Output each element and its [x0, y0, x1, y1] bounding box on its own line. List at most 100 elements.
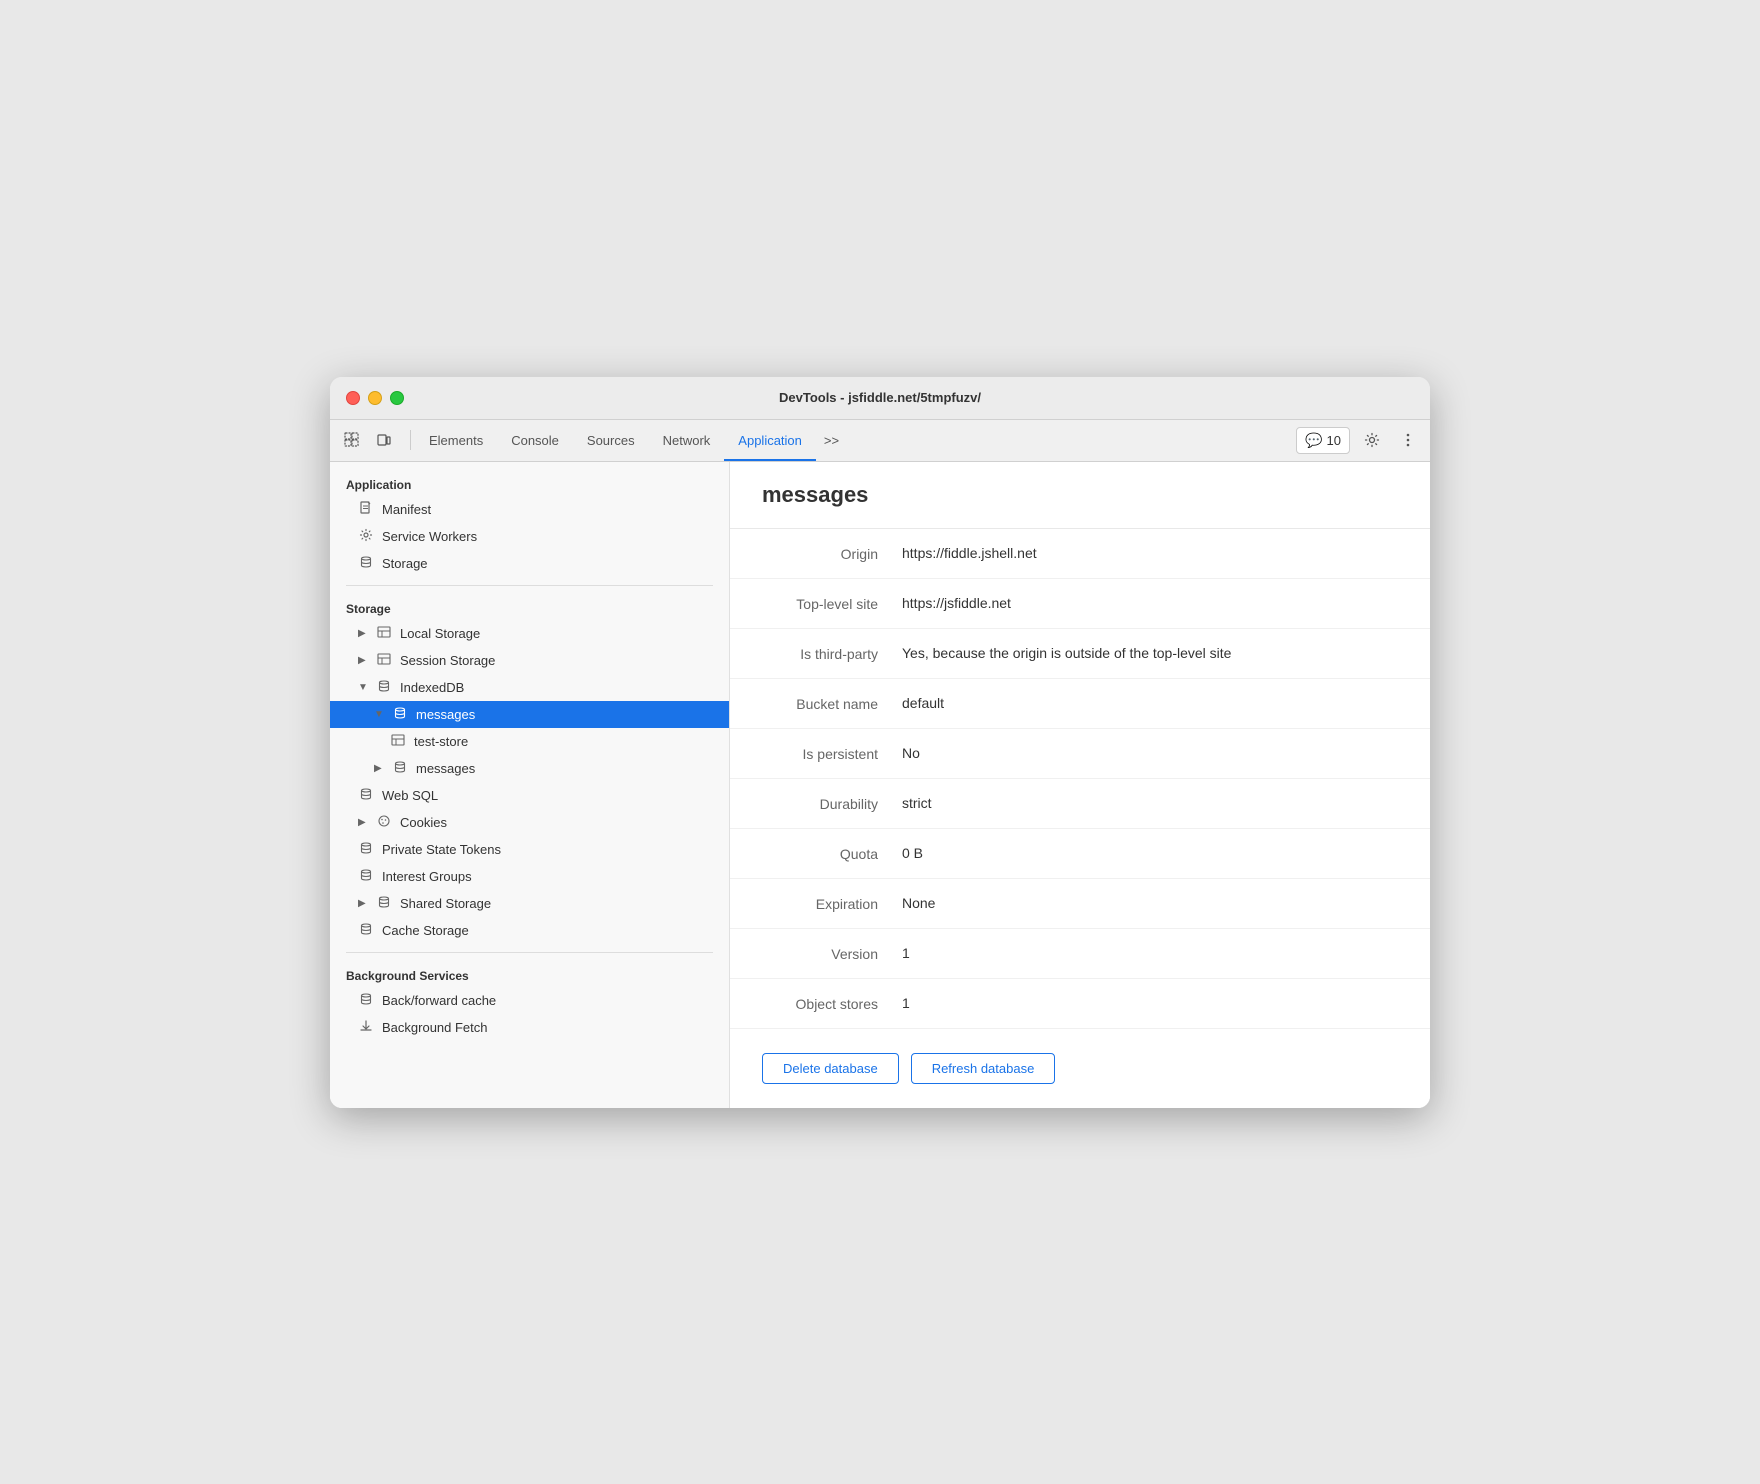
chat-icon: 💬 [1305, 432, 1322, 449]
cookie-icon [376, 814, 392, 831]
session-storage-label: Session Storage [400, 653, 495, 668]
messages-badge[interactable]: 💬 10 [1296, 427, 1350, 454]
maximize-button[interactable] [390, 391, 404, 405]
indexeddb-arrow: ▼ [358, 682, 368, 693]
private-state-tokens-label: Private State Tokens [382, 842, 501, 857]
detail-row-is-third-party: Is third-party Yes, because the origin i… [730, 629, 1430, 679]
tab-separator [410, 430, 411, 450]
storage-db-icon [358, 555, 374, 572]
detail-row-durability: Durability strict [730, 779, 1430, 829]
cache-storage-label: Cache Storage [382, 923, 469, 938]
sidebar-divider-1 [346, 585, 713, 586]
cache-storage-icon [358, 922, 374, 939]
tab-elements[interactable]: Elements [415, 419, 497, 461]
quota-label: Quota [762, 845, 902, 862]
sidebar-item-interest-groups[interactable]: Interest Groups [330, 863, 729, 890]
messages-collapsed-icon [392, 760, 408, 777]
delete-database-button[interactable]: Delete database [762, 1053, 899, 1084]
top-level-site-label: Top-level site [762, 595, 902, 612]
detail-row-bucket-name: Bucket name default [730, 679, 1430, 729]
kebab-menu-button[interactable] [1394, 426, 1422, 454]
tabbar: Elements Console Sources Network Applica… [330, 420, 1430, 462]
is-persistent-value: No [902, 745, 1398, 761]
detail-panel: messages Origin https://fiddle.jshell.ne… [730, 462, 1430, 1108]
sidebar-divider-2 [346, 952, 713, 953]
detail-row-quota: Quota 0 B [730, 829, 1430, 879]
session-storage-arrow: ▶ [358, 655, 368, 666]
device-icon[interactable] [370, 426, 398, 454]
session-storage-icon [376, 652, 392, 669]
bucket-name-label: Bucket name [762, 695, 902, 712]
sidebar-item-private-state-tokens[interactable]: Private State Tokens [330, 836, 729, 863]
tab-network[interactable]: Network [649, 419, 725, 461]
detail-title: messages [730, 462, 1430, 529]
sidebar-item-shared-storage[interactable]: ▶ Shared Storage [330, 890, 729, 917]
more-tabs-button[interactable]: >> [816, 433, 847, 448]
storage-label: Storage [382, 556, 428, 571]
sidebar-item-background-fetch[interactable]: Background Fetch [330, 1014, 729, 1041]
top-level-site-value: https://jsfiddle.net [902, 595, 1398, 611]
detail-rows: Origin https://fiddle.jshell.net Top-lev… [730, 529, 1430, 1029]
indexeddb-label: IndexedDB [400, 680, 464, 695]
messages-collapsed-arrow: ▶ [374, 763, 384, 774]
shared-storage-icon [376, 895, 392, 912]
sidebar-item-cookies[interactable]: ▶ Cookies [330, 809, 729, 836]
section-header-background-services: Background Services [330, 961, 729, 987]
back-forward-cache-icon [358, 992, 374, 1009]
sidebar-item-test-store[interactable]: test-store [330, 728, 729, 755]
quota-value: 0 B [902, 845, 1398, 861]
tab-application[interactable]: Application [724, 419, 816, 461]
is-third-party-label: Is third-party [762, 645, 902, 662]
tabbar-icons [338, 426, 398, 454]
sidebar-item-service-workers[interactable]: Service Workers [330, 523, 729, 550]
interest-groups-label: Interest Groups [382, 869, 472, 884]
is-third-party-value: Yes, because the origin is outside of th… [902, 645, 1398, 661]
private-state-tokens-icon [358, 841, 374, 858]
bucket-name-value: default [902, 695, 1398, 711]
test-store-label: test-store [414, 734, 468, 749]
expiration-label: Expiration [762, 895, 902, 912]
tab-console[interactable]: Console [497, 419, 573, 461]
titlebar: DevTools - jsfiddle.net/5tmpfuzv/ [330, 377, 1430, 420]
object-stores-value: 1 [902, 995, 1398, 1011]
messages-active-arrow: ▼ [374, 709, 384, 720]
sidebar-item-session-storage[interactable]: ▶ Session Storage [330, 647, 729, 674]
background-fetch-label: Background Fetch [382, 1020, 488, 1035]
origin-label: Origin [762, 545, 902, 562]
messages-collapsed-label: messages [416, 761, 475, 776]
object-stores-label: Object stores [762, 995, 902, 1012]
local-storage-label: Local Storage [400, 626, 480, 641]
tab-sources[interactable]: Sources [573, 419, 649, 461]
messages-active-label: messages [416, 707, 475, 722]
close-button[interactable] [346, 391, 360, 405]
detail-row-top-level-site: Top-level site https://jsfiddle.net [730, 579, 1430, 629]
sidebar-item-indexeddb[interactable]: ▼ IndexedDB [330, 674, 729, 701]
origin-value: https://fiddle.jshell.net [902, 545, 1398, 561]
detail-row-version: Version 1 [730, 929, 1430, 979]
web-sql-label: Web SQL [382, 788, 438, 803]
minimize-button[interactable] [368, 391, 382, 405]
sidebar-item-storage[interactable]: Storage [330, 550, 729, 577]
detail-row-is-persistent: Is persistent No [730, 729, 1430, 779]
service-workers-label: Service Workers [382, 529, 477, 544]
sidebar-item-messages-collapsed[interactable]: ▶ messages [330, 755, 729, 782]
sidebar: Application Manifest [330, 462, 730, 1108]
sidebar-item-back-forward-cache[interactable]: Back/forward cache [330, 987, 729, 1014]
test-store-icon [390, 733, 406, 750]
is-persistent-label: Is persistent [762, 745, 902, 762]
detail-row-expiration: Expiration None [730, 879, 1430, 929]
cursor-icon[interactable] [338, 426, 366, 454]
sidebar-item-web-sql[interactable]: Web SQL [330, 782, 729, 809]
cookies-arrow: ▶ [358, 817, 368, 828]
refresh-database-button[interactable]: Refresh database [911, 1053, 1056, 1084]
main-content: Application Manifest [330, 462, 1430, 1108]
sidebar-item-cache-storage[interactable]: Cache Storage [330, 917, 729, 944]
settings-button[interactable] [1358, 426, 1386, 454]
sidebar-item-messages-active[interactable]: ▼ messages [330, 701, 729, 728]
cookies-label: Cookies [400, 815, 447, 830]
sidebar-item-local-storage[interactable]: ▶ Local Storage [330, 620, 729, 647]
sidebar-item-manifest[interactable]: Manifest [330, 496, 729, 523]
durability-value: strict [902, 795, 1398, 811]
background-fetch-icon [358, 1019, 374, 1036]
devtools-window: DevTools - jsfiddle.net/5tmpfuzv/ [330, 377, 1430, 1108]
